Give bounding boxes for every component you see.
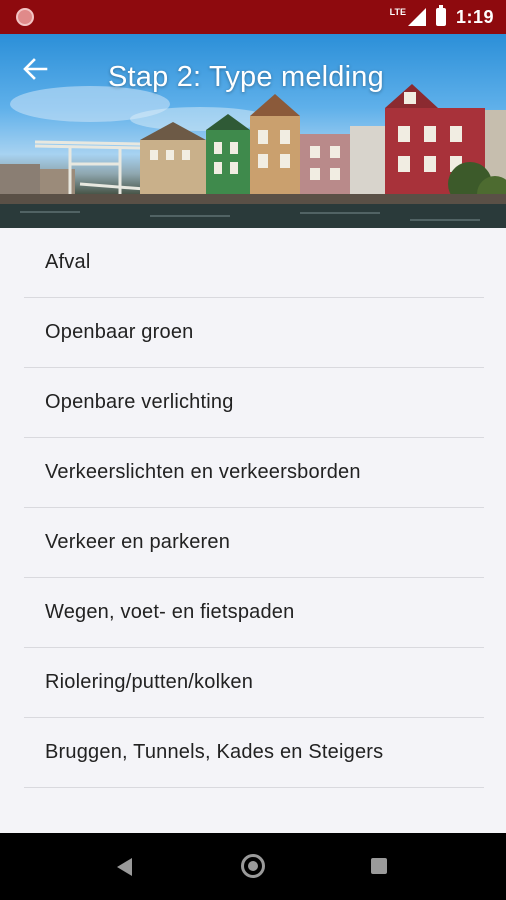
page-title: Stap 2: Type melding (108, 61, 384, 93)
list-item-label: Verkeer en parkeren (45, 531, 231, 553)
status-time: 1:19 (455, 6, 494, 27)
list-item-afval[interactable]: Afval (24, 228, 484, 298)
battery-icon (435, 5, 446, 26)
list-item-verkeerslichten[interactable]: Verkeerslichten en verkeersborden (24, 438, 484, 508)
list-item-label: Afval (45, 251, 91, 273)
recents-square-icon[interactable] (371, 858, 387, 874)
list-item-label: Bruggen, Tunnels, Kades en Steigers (45, 741, 384, 763)
list-item-label: Openbare verlichting (45, 391, 234, 413)
list-item-label: Wegen, voet- en fietspaden (45, 601, 295, 623)
report-type-list: Afval Openbaar groen Openbare verlichtin… (0, 228, 506, 833)
network-type-label: LTE (389, 7, 406, 17)
list-item-wegen[interactable]: Wegen, voet- en fietspaden (24, 578, 484, 648)
status-icons: LTE 1:19 (390, 0, 494, 34)
list-item-verkeer-parkeren[interactable]: Verkeer en parkeren (24, 508, 484, 578)
status-bar: LTE 1:19 (0, 0, 506, 34)
list-item-openbare-verlichting[interactable]: Openbare verlichting (24, 368, 484, 438)
navigation-bar (0, 833, 506, 900)
list-item-bruggen[interactable]: Bruggen, Tunnels, Kades en Steigers (24, 718, 484, 788)
header-banner: Stap 2: Type melding (0, 34, 506, 228)
home-circle-icon[interactable] (241, 854, 265, 878)
signal-icon (407, 8, 426, 26)
notification-dot-icon (16, 8, 34, 26)
back-button[interactable] (22, 56, 58, 92)
list-item-label: Riolering/putten/kolken (45, 671, 254, 693)
list-item-riolering[interactable]: Riolering/putten/kolken (24, 648, 484, 718)
arrow-left-icon (23, 58, 48, 80)
list-item-openbaar-groen[interactable]: Openbaar groen (24, 298, 484, 368)
back-triangle-icon[interactable] (117, 858, 132, 876)
list-item-label: Openbaar groen (45, 321, 194, 343)
list-item-label: Verkeerslichten en verkeersborden (45, 461, 361, 483)
